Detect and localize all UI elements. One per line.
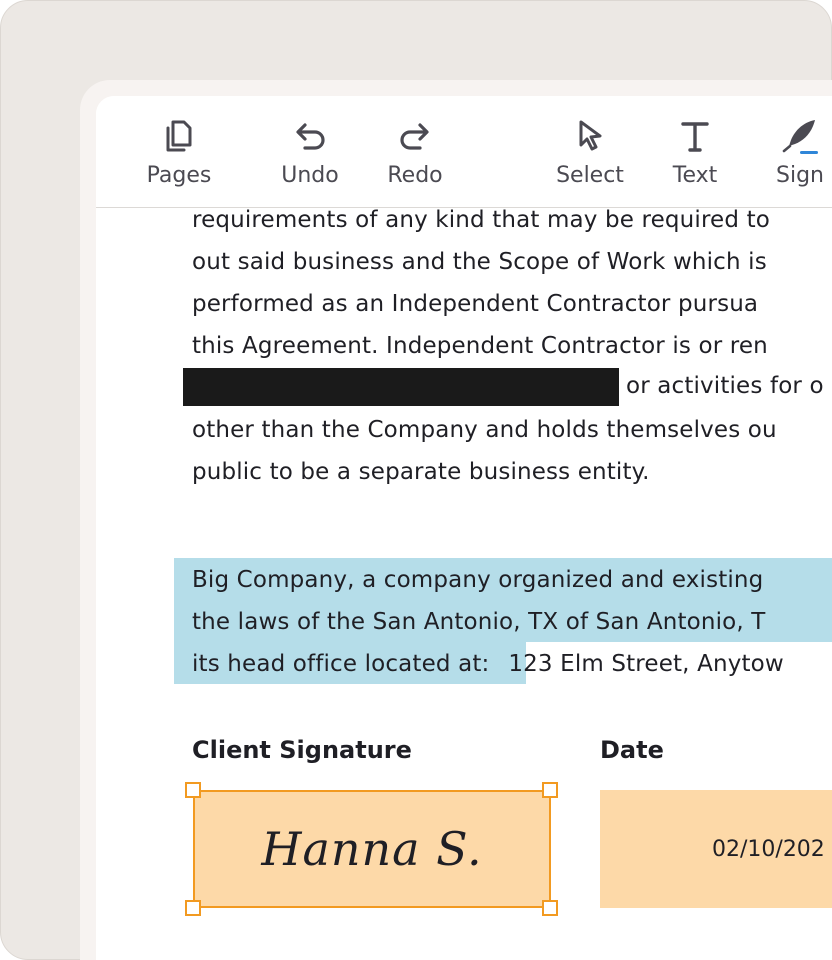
text-line: out said business and the Scope of Work …: [192, 249, 767, 275]
text-icon: [681, 122, 709, 152]
quill-icon: [782, 120, 818, 154]
paragraph-independent-contractor: requirements of any kind that may be req…: [192, 199, 832, 493]
undo-button[interactable]: Undo: [265, 116, 355, 192]
text-line: public to be a separate business entity.: [192, 459, 650, 485]
cursor-icon: [579, 120, 602, 151]
address-text: 123 Elm Street, Anytow: [508, 651, 784, 677]
resize-handle-top-right[interactable]: [542, 782, 558, 798]
resize-handle-bottom-left[interactable]: [185, 900, 201, 916]
signature-value: Hanna S.: [261, 822, 483, 876]
resize-handle-bottom-right[interactable]: [542, 900, 558, 916]
sign-tool-button[interactable]: Sign: [755, 116, 832, 192]
pages-label: Pages: [146, 163, 212, 188]
signature-field[interactable]: Hanna S.: [193, 790, 551, 908]
date-field[interactable]: 02/10/202: [600, 790, 832, 908]
pages-icon: [166, 120, 192, 152]
text-after-redaction: or activities for o: [626, 373, 824, 399]
text-tool-button[interactable]: Text: [650, 116, 740, 192]
text-line: its head office located at: 123 Elm Stre…: [192, 643, 832, 685]
undo-label: Undo: [281, 163, 339, 188]
date-label: Date: [600, 736, 664, 764]
text-label: Text: [672, 163, 718, 188]
text-line: performed as an Independent Contractor p…: [192, 291, 759, 317]
select-tool-button[interactable]: Select: [545, 116, 635, 192]
text-line: other than the Company and holds themsel…: [192, 417, 777, 443]
redaction-block[interactable]: [183, 368, 619, 406]
sign-label: Sign: [776, 163, 824, 188]
redo-label: Redo: [387, 163, 443, 188]
toolbar: Pages Undo Redo Select Text Sign: [96, 96, 832, 208]
date-value: 02/10/202: [712, 836, 825, 862]
text-line: the laws of the San Antonio, TX of San A…: [192, 609, 766, 635]
resize-handle-top-left[interactable]: [185, 782, 201, 798]
redo-icon: [400, 123, 429, 150]
paragraph-company-details: Big Company, a company organized and exi…: [192, 559, 832, 685]
redo-button[interactable]: Redo: [370, 116, 460, 192]
undo-icon: [296, 123, 325, 150]
select-label: Select: [556, 163, 624, 188]
client-signature-label: Client Signature: [192, 736, 412, 764]
pages-button[interactable]: Pages: [134, 116, 224, 192]
text-line: Big Company, a company organized and exi…: [192, 567, 764, 593]
text-line: requirements of any kind that may be req…: [192, 207, 770, 233]
highlighted-text: its head office located at:: [192, 651, 490, 677]
document-editor: Pages Undo Redo Select Text Sign require…: [96, 96, 832, 960]
text-line: this Agreement. Independent Contractor i…: [192, 333, 768, 359]
